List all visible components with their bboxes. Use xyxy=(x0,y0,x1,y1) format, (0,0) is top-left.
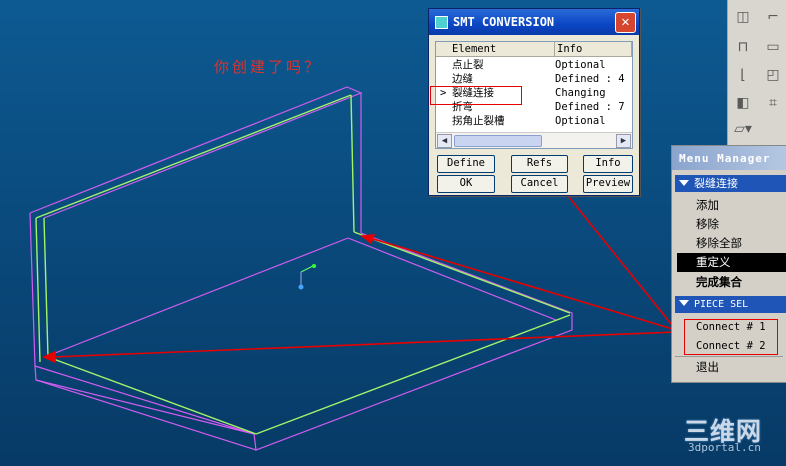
row-element: 点止裂 xyxy=(452,59,484,71)
selection-annotation-box xyxy=(430,86,522,105)
model-edge xyxy=(353,231,571,314)
section-label: 裂缝连接 xyxy=(694,177,738,190)
triangle-down-icon xyxy=(679,180,689,186)
horizontal-scrollbar[interactable]: ◀ ▶ xyxy=(436,132,632,148)
row-info: Changing xyxy=(555,87,606,99)
scroll-thumb[interactable] xyxy=(454,135,542,147)
csys-origin xyxy=(298,284,304,290)
annotation-arrow xyxy=(51,331,677,358)
column-header-info[interactable]: Info xyxy=(555,42,632,57)
dialog-titlebar[interactable]: SMT CONVERSION ✕ xyxy=(429,9,639,35)
menu-item-connect-2[interactable]: Connect # 2 xyxy=(696,340,766,352)
model-edge xyxy=(255,314,571,435)
flange-icon[interactable]: ⌐ xyxy=(764,8,782,26)
column-header-element[interactable]: Element xyxy=(436,42,555,57)
annotation-question: 你创建了吗？ xyxy=(214,58,323,76)
info-button[interactable]: Info xyxy=(583,155,633,173)
menu-item-highlight xyxy=(677,253,786,272)
row-info: Defined : 4 r xyxy=(555,73,631,85)
scroll-right-icon[interactable]: ▶ xyxy=(616,134,631,148)
menu-item-done-set[interactable]: 完成集合 xyxy=(696,273,742,291)
smt-conversion-dialog: SMT CONVERSION ✕ Element Info 点止裂 Option… xyxy=(428,8,640,196)
unbend-icon[interactable]: ▭ xyxy=(764,38,782,56)
flatten-icon[interactable]: ▱▾ xyxy=(734,120,752,138)
csys-axis xyxy=(300,265,314,273)
define-button[interactable]: Define xyxy=(437,155,495,173)
row-info: Optional xyxy=(555,59,606,71)
annotation-arrowhead xyxy=(359,234,376,245)
model-edge xyxy=(49,237,349,356)
section-label: PIECE SEL xyxy=(694,299,749,310)
model-edge xyxy=(347,237,557,321)
annotation-arrowhead xyxy=(42,350,56,364)
menu-item-remove-all[interactable]: 移除全部 xyxy=(696,234,742,252)
section-header-seam-connect[interactable]: 裂缝连接 xyxy=(675,175,786,192)
triangle-down-icon xyxy=(679,300,689,306)
row-element: 边缝 xyxy=(452,73,473,85)
row-info: Defined : 7 b xyxy=(555,101,631,113)
row-info: Optional xyxy=(555,115,606,127)
dialog-title: SMT CONVERSION xyxy=(453,15,555,29)
menu-item-exit[interactable]: 退出 xyxy=(696,358,719,376)
sheetmetal-wall-icon[interactable]: ◫ xyxy=(734,8,752,26)
rip-icon[interactable]: ⌗ xyxy=(764,94,782,112)
model-edge xyxy=(35,379,257,451)
csys-point xyxy=(312,264,316,268)
table-row[interactable]: 边缝 Defined : 4 r xyxy=(436,72,632,86)
model-edge xyxy=(43,217,49,358)
dialog-app-icon xyxy=(435,16,448,29)
menu-manager-title[interactable]: Menu Manager xyxy=(672,146,786,170)
menu-item-add[interactable]: 添加 xyxy=(696,196,719,214)
menu-item-connect-1[interactable]: Connect # 1 xyxy=(696,321,766,333)
model-edge xyxy=(29,212,36,367)
model-edge xyxy=(47,356,257,435)
annotation-arrow xyxy=(369,237,677,331)
extrude-wall-icon[interactable]: ⊓ xyxy=(734,38,752,56)
table-row[interactable]: 点止裂 Optional xyxy=(436,58,632,72)
model-edge xyxy=(35,94,352,219)
refs-button[interactable]: Refs xyxy=(511,155,568,173)
watermark-url: 3dportal.cn xyxy=(688,441,761,454)
menu-manager: Menu Manager 裂缝连接 添加 移除 移除全部 重定义 完成集合 PI… xyxy=(671,145,786,383)
close-icon[interactable]: ✕ xyxy=(615,12,636,33)
menu-item-remove[interactable]: 移除 xyxy=(696,215,719,233)
scroll-left-icon[interactable]: ◀ xyxy=(437,134,452,148)
model-edge xyxy=(34,365,255,435)
model-edge xyxy=(350,94,355,233)
punch-icon[interactable]: ◧ xyxy=(734,94,752,112)
model-edge xyxy=(29,86,363,219)
element-table: Element Info 点止裂 Optional 边缝 Defined : 4… xyxy=(430,41,633,149)
right-toolbar: ◫ ⌐ ⊓ ▭ ⌊ ◰ ◧ ⌗ ▱▾ xyxy=(727,0,786,150)
menu-item-redefine[interactable]: 重定义 xyxy=(696,253,731,271)
ok-button[interactable]: OK xyxy=(437,175,495,193)
cancel-button[interactable]: Cancel xyxy=(511,175,568,193)
form-icon[interactable]: ◰ xyxy=(764,66,782,84)
menu-divider xyxy=(675,356,783,357)
row-element: 拐角止裂槽 xyxy=(452,115,505,127)
preview-button[interactable]: Preview xyxy=(583,175,633,193)
table-row[interactable]: 拐角止裂槽 Optional xyxy=(436,114,632,128)
model-edge xyxy=(35,217,41,363)
bend-icon[interactable]: ⌊ xyxy=(734,66,752,84)
model-edge xyxy=(253,232,573,451)
section-header-piece-sel[interactable]: PIECE SEL xyxy=(675,296,786,313)
